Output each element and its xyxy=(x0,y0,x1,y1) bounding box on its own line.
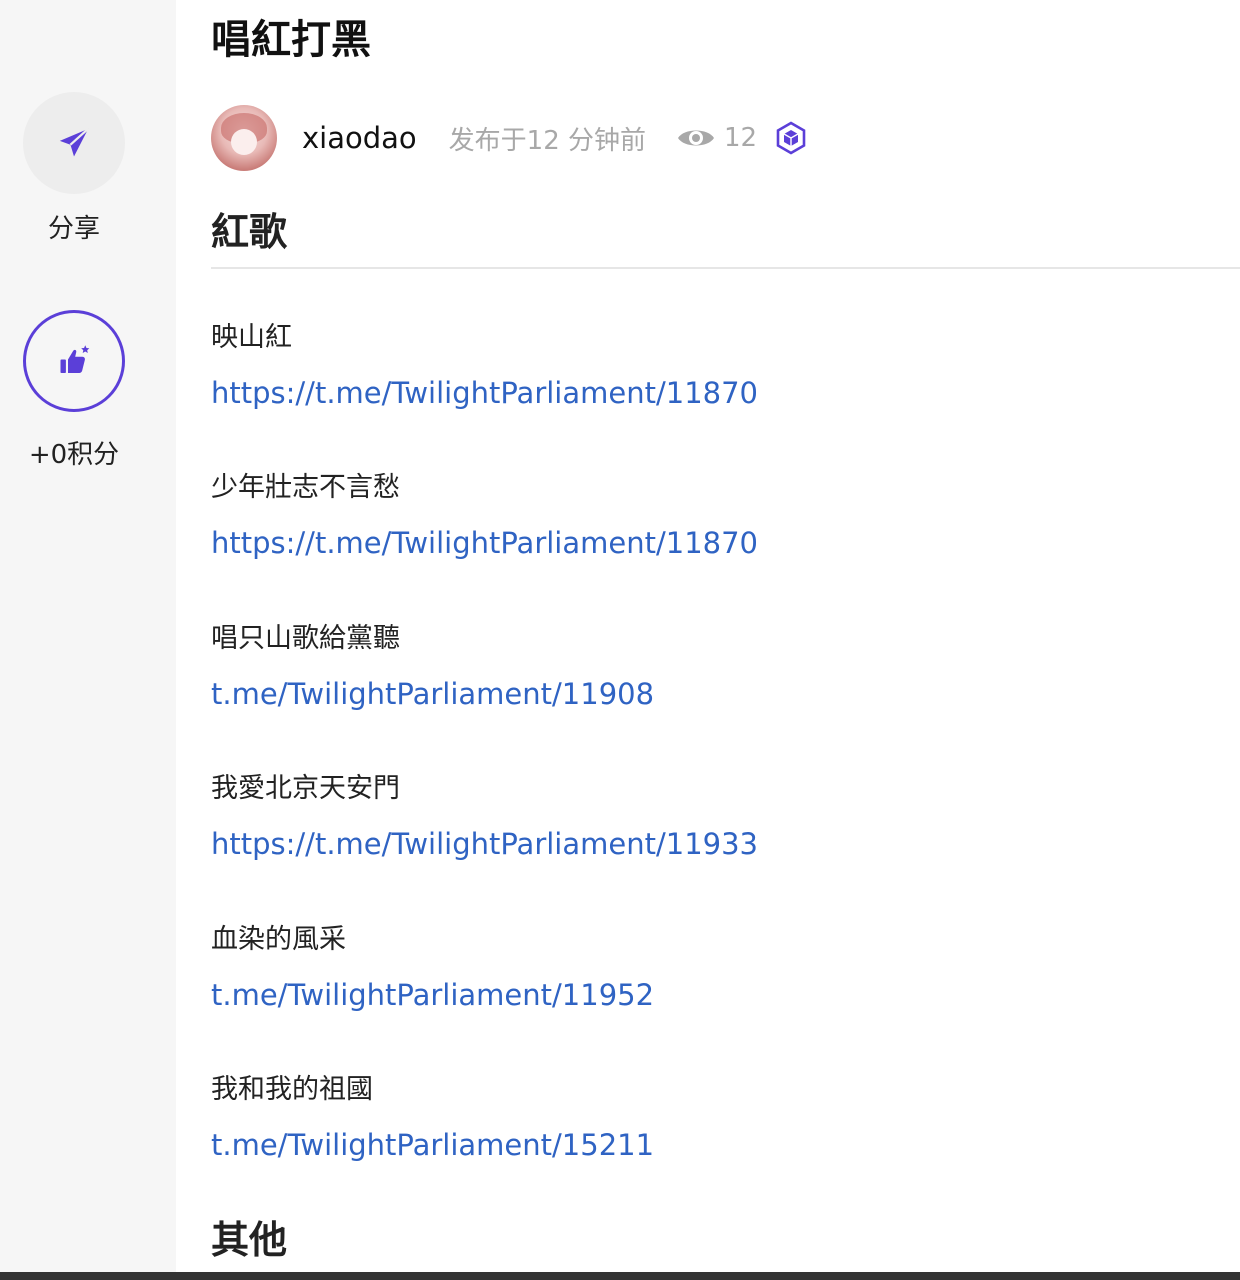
share-label: 分享 xyxy=(47,214,100,244)
section-heading-red-songs: 紅歌 xyxy=(211,210,288,254)
post-content: 唱紅打黑 xiaodao 发布于12 分钟前 12 紅歌 映山紅 https:/… xyxy=(176,0,1240,1272)
song-link[interactable]: t.me/TwilightParliament/15211 xyxy=(211,1126,654,1164)
song-title: 唱只山歌給黨聽 xyxy=(211,623,400,654)
song-title: 我和我的祖國 xyxy=(211,1074,373,1105)
eye-icon xyxy=(678,130,715,146)
post-time: 发布于12 分钟前 xyxy=(448,125,647,156)
thumbs-up-star-icon xyxy=(60,345,90,373)
section-heading-other: 其他 xyxy=(211,1218,288,1262)
action-sidebar: 分享 +0积分 xyxy=(0,0,176,1272)
view-count-value: 12 xyxy=(724,123,758,153)
song-link[interactable]: t.me/TwilightParliament/11952 xyxy=(211,976,654,1014)
author-avatar[interactable] xyxy=(211,105,277,171)
song-title: 我愛北京天安門 xyxy=(211,773,400,804)
song-link[interactable]: https://t.me/TwilightParliament/11870 xyxy=(211,374,758,412)
view-count: 12 xyxy=(676,123,757,153)
cube-icon[interactable] xyxy=(775,121,807,155)
points-label: +0积分 xyxy=(28,440,120,470)
song-title: 血染的風采 xyxy=(211,924,346,955)
song-link[interactable]: https://t.me/TwilightParliament/11933 xyxy=(211,825,758,863)
post-title: 唱紅打黑 xyxy=(211,17,371,63)
divider xyxy=(211,267,1240,269)
like-points-button[interactable] xyxy=(23,310,125,412)
song-link[interactable]: t.me/TwilightParliament/11908 xyxy=(211,675,654,713)
song-title: 映山紅 xyxy=(211,322,292,353)
bottom-bar xyxy=(0,1272,1240,1280)
page: 分享 +0积分 唱紅打黑 xiaodao 发布于12 分钟前 12 紅歌 映山紅… xyxy=(0,0,1240,1280)
author-name[interactable]: xiaodao xyxy=(302,121,417,155)
post-meta: xiaodao 发布于12 分钟前 12 xyxy=(211,104,807,172)
paper-plane-icon xyxy=(59,127,89,157)
song-link[interactable]: https://t.me/TwilightParliament/11870 xyxy=(211,524,758,562)
share-button[interactable] xyxy=(23,92,125,194)
song-title: 少年壯志不言愁 xyxy=(211,472,400,503)
